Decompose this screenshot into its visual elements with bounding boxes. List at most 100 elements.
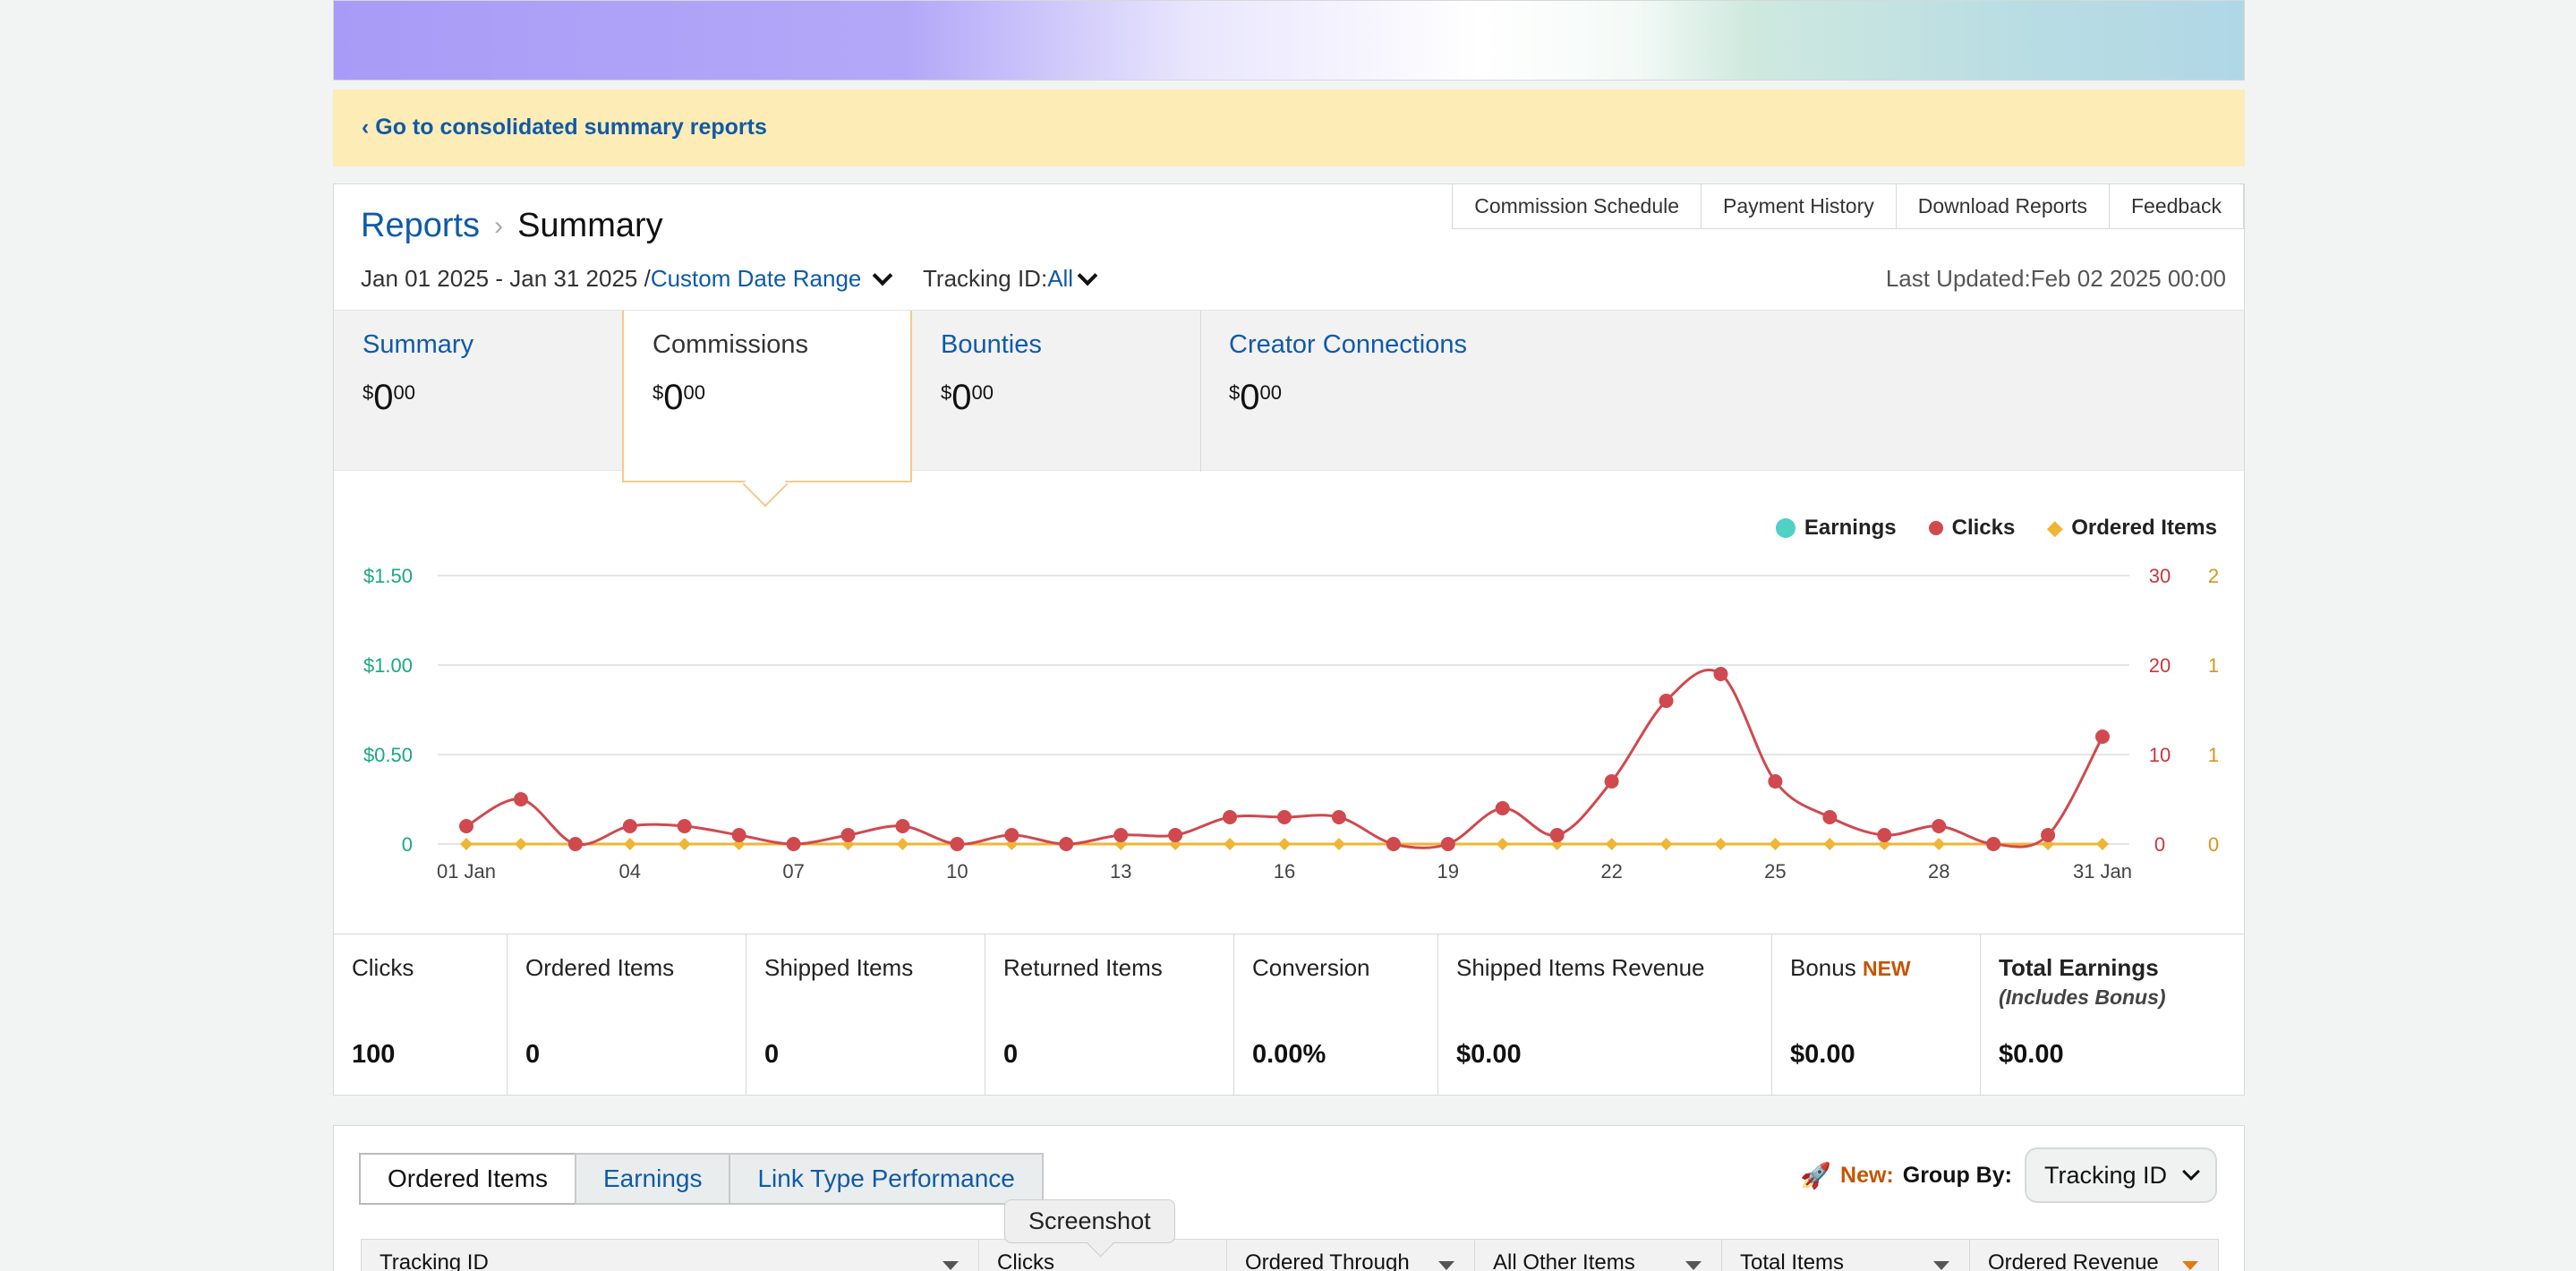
clicks-point (1713, 667, 1728, 681)
y-right-ordered-tick-label: 2 (2208, 565, 2219, 587)
clicks-point (1495, 801, 1510, 815)
x-tick-label: 01 Jan (437, 860, 496, 883)
y-right-clicks-tick-label: 30 (2149, 565, 2171, 587)
clicks-point (950, 837, 965, 851)
x-tick-label: 07 (782, 860, 804, 883)
table-header: Tracking ID Clicks Ordered Through All O… (361, 1239, 2219, 1271)
stats-row: Clicks 100 Ordered Items 0 Shipped Items… (334, 934, 2244, 1096)
report-card: Commission Schedule Payment History Down… (333, 183, 2245, 1096)
download-reports-button[interactable]: Download Reports (1895, 184, 2110, 229)
clicks-point (1604, 774, 1619, 789)
group-by: 🚀 New: Group By: Tracking ID (1800, 1147, 2217, 1203)
tracking-id-filter[interactable]: Tracking ID: All (923, 265, 1104, 293)
screenshot-tooltip: Screenshot (1004, 1199, 1175, 1243)
breadcrumb: Reports › Summary (361, 207, 663, 245)
chevron-down-icon[interactable] (873, 265, 893, 286)
tab-bounties-value: $000 (941, 378, 994, 417)
sort-icon[interactable] (1438, 1261, 1454, 1270)
stat-value: 0 (1003, 1040, 1019, 1069)
clicks-point (513, 792, 528, 806)
consolidated-notice: ‹ Go to consolidated summary reports (333, 90, 2245, 166)
sort-icon[interactable] (1685, 1261, 1702, 1270)
x-tick-label: 22 (1600, 860, 1622, 883)
tab-bounties-title: Bounties (941, 330, 1042, 359)
clicks-point (1986, 837, 2001, 851)
clicks-point (1768, 774, 1783, 789)
ordered-items-point (1769, 838, 1782, 850)
y-left-tick-label: $1.50 (363, 565, 413, 587)
new-label: New: (1840, 1162, 1894, 1188)
x-tick-label: 04 (619, 860, 641, 883)
ordered-items-point (460, 838, 473, 850)
chevron-down-icon (2182, 1163, 2200, 1181)
tab-summary[interactable]: Summary $000 (334, 311, 622, 472)
stat-label: Conversion (1252, 954, 1370, 981)
breadcrumb-reports-link[interactable]: Reports (361, 207, 480, 245)
feedback-button[interactable]: Feedback (2108, 184, 2244, 229)
stat-value: 0.00% (1252, 1040, 1326, 1069)
stat-total-earnings: Total Earnings (Includes Bonus) $0.00 (1981, 934, 2244, 1096)
tab-bounties[interactable]: Bounties $000 (912, 311, 1200, 472)
clicks-point (1113, 828, 1129, 842)
stat-bonus: Bonus NEW $0.00 (1772, 934, 1981, 1096)
commission-schedule-button[interactable]: Commission Schedule (1452, 184, 1702, 229)
tab-summary-title: Summary (363, 330, 474, 359)
column-all-other-items[interactable]: All Other Items (1475, 1240, 1722, 1271)
clicks-point (2041, 828, 2056, 842)
date-range-selector[interactable]: Custom Date Range (651, 265, 862, 293)
tab-earnings[interactable]: Earnings (574, 1153, 731, 1205)
tab-commissions[interactable]: Commissions $000 (622, 311, 912, 508)
ordered-items-point (678, 838, 691, 850)
group-by-select[interactable]: Tracking ID (2024, 1147, 2217, 1203)
group-by-label: Group By: (1902, 1162, 2012, 1188)
tab-link-type-performance[interactable]: Link Type Performance (729, 1153, 1044, 1205)
ordered-items-point (1659, 838, 1673, 850)
sort-icon[interactable] (1933, 1261, 1949, 1270)
stat-label: Returned Items (1003, 954, 1163, 981)
clicks-point (567, 837, 583, 851)
consolidated-summary-link[interactable]: ‹ Go to consolidated summary reports (362, 115, 767, 141)
x-tick-label: 10 (946, 860, 968, 883)
report-top-nav: Commission Schedule Payment History Down… (1452, 184, 2244, 229)
clicks-point (1223, 810, 1238, 824)
column-tracking-id[interactable]: Tracking ID (362, 1240, 979, 1271)
clicks-point (1877, 828, 1892, 842)
clicks-point (1059, 837, 1074, 851)
tab-ordered-items[interactable]: Ordered Items (359, 1153, 576, 1205)
last-updated: Last Updated:Feb 02 2025 00:00 (1885, 265, 2226, 292)
clicks-point (895, 819, 910, 833)
sort-icon[interactable] (2182, 1261, 2198, 1270)
clicks-point (786, 837, 801, 851)
sort-icon[interactable] (943, 1261, 959, 1270)
clicks-point (1004, 828, 1019, 842)
summary-tabs: Summary $000 Commissions $000 Bounties $… (334, 310, 2244, 508)
stat-label: Shipped Items Revenue (1456, 954, 1705, 981)
ordered-items-point (514, 838, 527, 850)
column-ordered-revenue[interactable]: Ordered Revenue (1970, 1240, 2218, 1271)
stat-returned-items: Returned Items 0 (985, 934, 1234, 1096)
tab-creator-connections[interactable]: Creator Connections $000 (1200, 311, 1558, 472)
stat-sublabel: (Includes Bonus) (1999, 985, 2166, 1009)
payment-history-button[interactable]: Payment History (1701, 184, 1897, 229)
ordered-items-point (1932, 838, 1946, 850)
ordered-items-point (1605, 838, 1618, 850)
column-ordered-through[interactable]: Ordered Through (1227, 1240, 1475, 1271)
stat-value: $0.00 (1790, 1040, 1855, 1069)
stat-shipped-revenue: Shipped Items Revenue $0.00 (1438, 934, 1772, 1096)
stat-clicks: Clicks 100 (334, 934, 508, 1096)
clicks-point (1932, 819, 1947, 833)
ordered-items-point (2096, 838, 2109, 850)
y-left-tick-label: 0 (402, 833, 413, 856)
tracking-id-value[interactable]: All (1047, 265, 1073, 293)
ordered-items-point (1278, 838, 1291, 850)
new-badge: NEW (1862, 957, 1911, 980)
y-left-tick-label: $1.00 (363, 654, 413, 677)
x-tick-label: 13 (1110, 860, 1131, 883)
chevron-down-icon[interactable] (1077, 265, 1098, 286)
stat-conversion: Conversion 0.00% (1234, 934, 1438, 1096)
tab-commissions-value: $000 (653, 378, 705, 417)
stat-value: $0.00 (1999, 1040, 2064, 1069)
ordered-items-point (1714, 838, 1727, 850)
clicks-point (1168, 828, 1183, 842)
column-total-items[interactable]: Total Items (1722, 1240, 1970, 1271)
